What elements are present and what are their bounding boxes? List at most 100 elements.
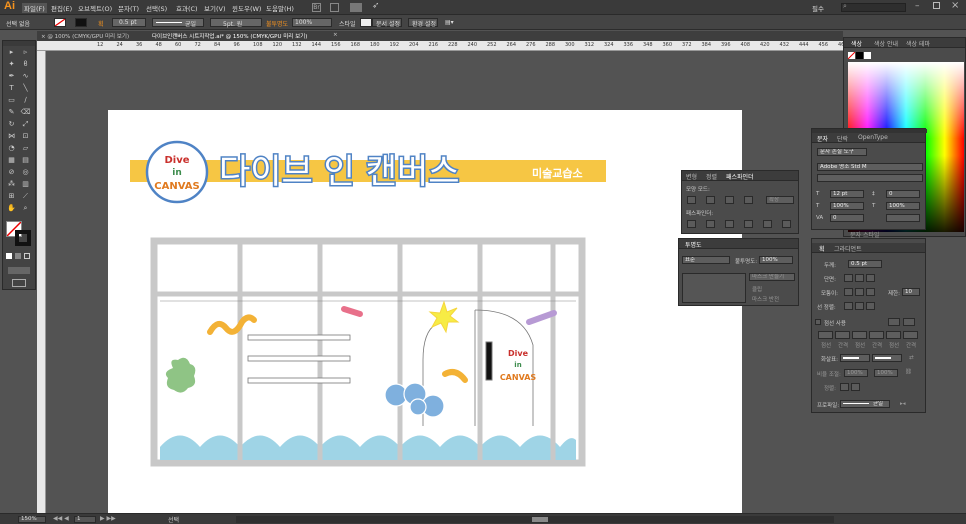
door-handle[interactable] (485, 341, 493, 381)
menu-file[interactable]: 파일(F) (22, 3, 47, 13)
arrow-tip-beyond-icon[interactable] (840, 383, 849, 391)
artboard-number-field[interactable]: 1 (74, 516, 96, 523)
merge-icon[interactable] (725, 220, 734, 228)
black-swatch[interactable] (856, 52, 863, 59)
tab-paragraph[interactable]: 단락 (837, 134, 848, 143)
arrange-documents-icon[interactable] (350, 3, 362, 12)
stroke-swatch[interactable] (75, 18, 87, 27)
bevel-join-icon[interactable] (866, 288, 875, 296)
zoom-tool-icon[interactable]: ⌕ (20, 204, 31, 213)
minus-front-icon[interactable] (706, 196, 715, 204)
white-swatch[interactable] (864, 52, 871, 59)
none-mode-icon[interactable] (24, 253, 30, 259)
hand-tool-icon[interactable]: ✋ (6, 204, 17, 213)
align-center-icon[interactable] (844, 302, 853, 310)
round-join-icon[interactable] (855, 288, 864, 296)
type-tool-icon[interactable]: T (6, 84, 17, 93)
graph-tool-icon[interactable]: ▥ (20, 180, 31, 189)
horizontal-ruler[interactable]: 12 24 36 48 60 72 84 96 108 120 132 144 156 168 180 192… (37, 41, 867, 51)
free-transform-tool-icon[interactable]: ⊡ (20, 132, 31, 141)
outline-icon[interactable] (763, 220, 772, 228)
projecting-cap-icon[interactable] (866, 274, 875, 282)
tab-pathfinder[interactable]: 패스파인더 (726, 172, 754, 181)
arrow-scale-end-field[interactable]: 100% (874, 369, 898, 377)
font-size-field[interactable]: 12 pt (830, 190, 864, 198)
align-outside-icon[interactable] (866, 302, 875, 310)
trim-icon[interactable] (706, 220, 715, 228)
touch-type-tool-button[interactable]: 문자 손질 도구 (817, 148, 867, 156)
limit-field[interactable]: 10 (902, 288, 920, 296)
artwork-title[interactable]: 다이브 인 캔버스 (218, 151, 462, 194)
stock-search-input[interactable] (841, 3, 906, 12)
tab-stroke[interactable]: 획 (819, 244, 825, 253)
lasso-tool-icon[interactable]: ϐ (20, 60, 31, 69)
leading-field[interactable]: 0 (886, 190, 920, 198)
butt-cap-icon[interactable] (844, 274, 853, 282)
screen-mode-icon[interactable] (12, 279, 26, 287)
opacity-field[interactable]: 100% (292, 18, 332, 27)
dash-3-field[interactable] (886, 331, 901, 339)
tracking-field[interactable]: 0 (830, 214, 864, 222)
unite-icon[interactable] (687, 196, 696, 204)
divide-icon[interactable] (687, 220, 696, 228)
arrow-tip-at-end-icon[interactable] (851, 383, 860, 391)
shape-builder-tool-icon[interactable]: ◔ (6, 144, 17, 153)
arrow-scale-start-field[interactable]: 100% (844, 369, 868, 377)
menu-view[interactable]: 보기(V) (204, 3, 225, 13)
maximize-icon[interactable] (933, 2, 940, 9)
menu-effect[interactable]: 효과(C) (176, 3, 198, 13)
brush-dropdown[interactable]: 5pt. 원 (210, 18, 262, 28)
gap-1-field[interactable] (835, 331, 850, 339)
curvature-tool-icon[interactable]: ∿ (20, 72, 31, 81)
rectangle-tool-icon[interactable]: ▭ (6, 96, 17, 105)
menu-type[interactable]: 문자(T) (118, 3, 139, 13)
eyedropper-tool-icon[interactable]: ⊘ (6, 168, 17, 177)
tab-opentype[interactable]: OpenType (858, 134, 888, 141)
tools-panel-grip[interactable] (3, 41, 35, 46)
pencil-tool-icon[interactable]: ✎ (6, 108, 17, 117)
menu-help[interactable]: 도움말(H) (266, 3, 294, 13)
make-mask-button[interactable]: 마스크 만들기 (749, 273, 795, 281)
eraser-tool-icon[interactable]: ⌫ (20, 108, 31, 117)
color-mode-icon[interactable] (6, 253, 12, 259)
blend-mode-dropdown[interactable]: 표준 (682, 256, 730, 264)
line-tool-icon[interactable]: ╲ (20, 84, 31, 93)
gradient-tool-icon[interactable]: ▤ (20, 156, 31, 165)
exclude-icon[interactable] (744, 196, 753, 204)
selection-tool-icon[interactable]: ▸ (6, 48, 17, 57)
profile-dropdown[interactable]: 균일 (840, 400, 890, 408)
arrowhead-end-dropdown[interactable] (872, 354, 902, 362)
vertical-ruler[interactable] (37, 51, 46, 513)
flip-profile-icon[interactable]: ▸◂ (900, 401, 906, 407)
stroke-weight-input[interactable]: 0.5 pt (848, 260, 882, 268)
crop-icon[interactable] (744, 220, 753, 228)
scrollbar-thumb[interactable] (532, 517, 548, 522)
slice-tool-icon[interactable]: ⟋ (20, 192, 31, 201)
pen-tool-icon[interactable]: ✒ (6, 72, 17, 81)
stroke-color-box[interactable] (15, 230, 31, 246)
tab-close-icon[interactable]: × (333, 32, 338, 38)
tab-document-2[interactable]: 다이브인캔버스 시트지작업.ai* @ 150% (CMYK/GPU 미리 보기… (152, 32, 307, 40)
none-swatch[interactable] (848, 52, 855, 59)
menu-edit[interactable]: 편집(E) (51, 3, 72, 13)
arrowhead-start-dropdown[interactable] (840, 354, 870, 362)
preferences-button[interactable]: 환경 설정 (408, 18, 438, 28)
gap-3-field[interactable] (903, 331, 918, 339)
tab-transparency[interactable]: 투명도 (685, 240, 702, 249)
direct-selection-tool-icon[interactable]: ▹ (20, 48, 31, 57)
gap-2-field[interactable] (869, 331, 884, 339)
dash-2-field[interactable] (852, 331, 867, 339)
stock-icon[interactable] (330, 3, 339, 12)
transparency-opacity-field[interactable]: 100% (759, 256, 793, 264)
style-swatch[interactable] (360, 18, 372, 27)
width-tool-icon[interactable]: ⋈ (6, 132, 17, 141)
dashed-line-checkbox[interactable] (815, 319, 821, 325)
kerning-field[interactable] (886, 214, 920, 222)
invert-mask-checkbox-label[interactable]: 마스크 반전 (752, 295, 779, 303)
mask-thumbnail[interactable] (682, 273, 746, 303)
document-setup-button[interactable]: 문서 설정 (372, 18, 402, 28)
rotate-tool-icon[interactable]: ↻ (6, 120, 17, 129)
vertical-scale-field[interactable]: 100% (886, 202, 920, 210)
clip-checkbox-label[interactable]: 클립 (752, 285, 762, 293)
intersect-icon[interactable] (725, 196, 734, 204)
